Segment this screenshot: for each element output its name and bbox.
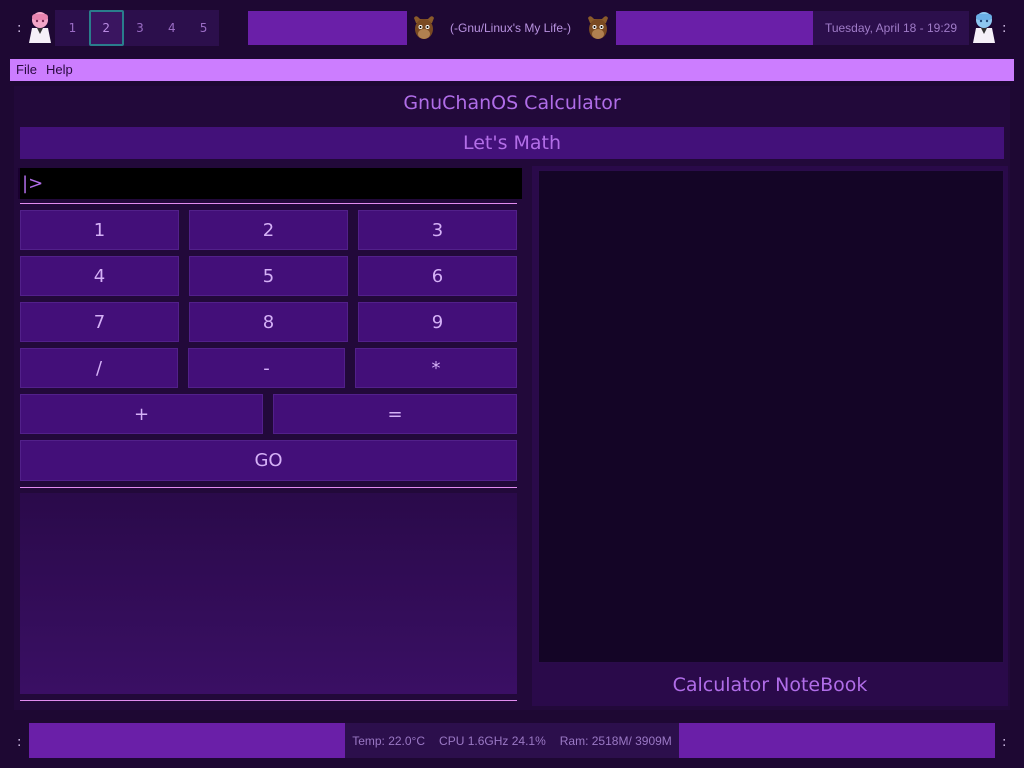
temperature-readout: Temp: 22.0°C	[352, 733, 426, 748]
clock-datetime: Tuesday, April 18 - 19:29	[824, 21, 958, 35]
panel-separator: :	[17, 735, 22, 750]
workspace-switcher: 1 2 3 4 5	[55, 10, 219, 46]
taskbar-block-left	[248, 11, 407, 45]
window-title: (-Gnu/Linux's My Life-)	[450, 21, 571, 35]
anime-avatar-icon	[973, 12, 995, 43]
key-8-button[interactable]: 8	[189, 302, 348, 342]
expression-input[interactable]: |>	[18, 168, 522, 199]
ram-readout: Ram: 2518M/ 3909M	[559, 733, 672, 748]
menu-file[interactable]: File	[16, 62, 37, 77]
clock-block: Tuesday, April 18 - 19:29	[813, 11, 969, 45]
go-button[interactable]: GO	[20, 440, 517, 481]
separator	[20, 700, 517, 701]
status-block-right	[679, 723, 995, 758]
key-1-button[interactable]: 1	[20, 210, 179, 250]
equals-button[interactable]: =	[273, 394, 517, 434]
app-title: GnuChanOS Calculator	[403, 92, 621, 114]
key-6-button[interactable]: 6	[358, 256, 517, 296]
workspace-2-button[interactable]: 2	[88, 10, 124, 46]
workspace-1-button[interactable]: 1	[57, 12, 88, 44]
panel-separator: :	[1002, 735, 1007, 750]
notebook-label: Calculator NoteBook	[672, 674, 868, 696]
gnu-head-icon	[588, 16, 608, 39]
menu-bar: File Help	[10, 59, 1014, 81]
add-button[interactable]: +	[20, 394, 263, 434]
result-output-area	[20, 493, 517, 694]
bottom-panel: : Temp: 22.0°C CPU 1.6GHz 24.1% Ram: 251…	[0, 716, 1024, 768]
workspace-4-button[interactable]: 4	[156, 12, 187, 44]
input-prompt: |>	[22, 173, 44, 194]
multiply-button[interactable]: *	[355, 348, 517, 388]
key-3-button[interactable]: 3	[358, 210, 517, 250]
panel-separator: :	[1002, 21, 1007, 36]
key-9-button[interactable]: 9	[358, 302, 517, 342]
key-4-button[interactable]: 4	[20, 256, 179, 296]
separator	[20, 203, 517, 204]
divide-button[interactable]: /	[20, 348, 178, 388]
subtract-button[interactable]: -	[188, 348, 345, 388]
menu-help[interactable]: Help	[46, 62, 73, 77]
status-block-left	[29, 723, 345, 758]
key-7-button[interactable]: 7	[20, 302, 179, 342]
workspace-3-button[interactable]: 3	[125, 12, 156, 44]
key-5-button[interactable]: 5	[189, 256, 348, 296]
top-panel: : 1 2 3 4 5 (-Gnu/Linux's My Life-) Tues…	[0, 0, 1024, 56]
gnu-head-icon	[414, 16, 434, 39]
anime-avatar-icon	[29, 12, 51, 43]
notebook-textarea[interactable]	[538, 170, 1004, 663]
workspace-5-button[interactable]: 5	[188, 12, 219, 44]
separator	[20, 487, 517, 488]
system-stats: Temp: 22.0°C CPU 1.6GHz 24.1% Ram: 2518M…	[345, 723, 679, 758]
panel-separator: :	[17, 21, 22, 36]
cpu-readout: CPU 1.6GHz 24.1%	[439, 733, 546, 748]
taskbar-block-right	[616, 11, 813, 45]
app-subtitle: Let's Math	[20, 127, 1004, 159]
key-2-button[interactable]: 2	[189, 210, 348, 250]
